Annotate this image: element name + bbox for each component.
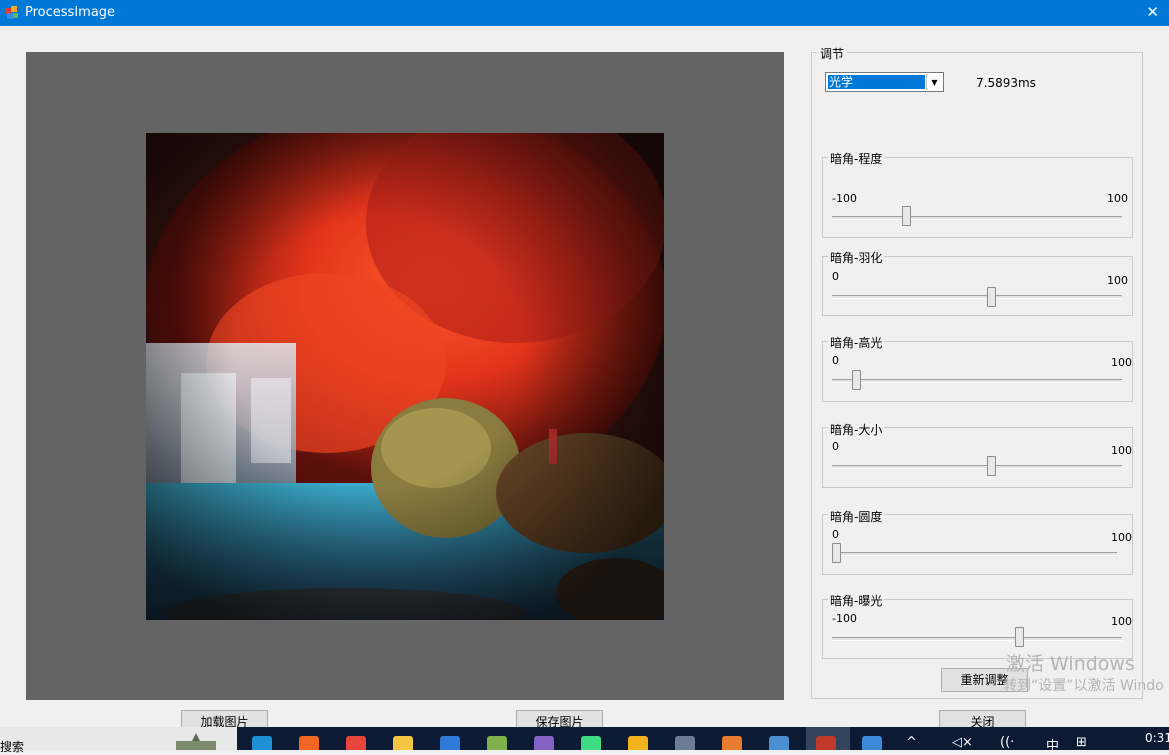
taskbar-clock: 0:31 (1145, 731, 1169, 745)
photo-viewer-icon[interactable] (769, 736, 789, 750)
slider-max-label: 100 (1107, 274, 1128, 287)
slider-thumb[interactable] (986, 456, 996, 476)
app-icon-yellow[interactable] (628, 736, 648, 750)
slider-min-label: 0 (832, 440, 839, 453)
image-canvas (26, 52, 784, 700)
slider-label: 暗角-高光 (828, 334, 885, 351)
slider-min-label: -100 (832, 612, 857, 625)
notepad-icon[interactable] (487, 736, 507, 750)
android-studio-icon[interactable] (581, 736, 601, 750)
slider-thumb[interactable] (902, 206, 912, 226)
slider-thumb[interactable] (851, 370, 861, 390)
slider-min-label: -100 (832, 192, 857, 205)
slider-thumb[interactable] (1014, 627, 1024, 647)
chrome-icon[interactable] (346, 736, 366, 750)
slider-label: 暗角-程度 (828, 150, 885, 167)
keyboard-icon[interactable]: ⊞ (1076, 735, 1087, 750)
slider-thumb[interactable] (986, 287, 996, 307)
app-icon (5, 6, 18, 19)
process-image-icon[interactable] (816, 736, 836, 750)
slider-max-label: 100 (1111, 356, 1132, 369)
mode-select[interactable]: 光学 ▼ (825, 72, 944, 92)
slider-max-label: 100 (1111, 444, 1132, 457)
app-icon-orange[interactable] (299, 736, 319, 750)
paint-icon[interactable] (722, 736, 742, 750)
slider-max-label: 100 (1111, 531, 1132, 544)
processed-image (146, 133, 664, 620)
slider-min-label: 0 (832, 270, 839, 283)
search-highlight-icon (176, 733, 216, 750)
image-icon[interactable] (862, 736, 882, 750)
slider-track[interactable] (832, 379, 1122, 383)
slider-max-label: 100 (1107, 192, 1128, 205)
slider-label: 暗角-曝光 (828, 592, 885, 609)
store-icon[interactable] (440, 736, 460, 750)
slider-track[interactable] (832, 216, 1122, 220)
ime-indicator[interactable]: 中 (1046, 735, 1059, 754)
calculator-icon[interactable] (675, 736, 695, 750)
slider-track[interactable] (832, 552, 1117, 556)
slider-track[interactable] (832, 295, 1122, 299)
slider-max-label: 100 (1111, 615, 1132, 628)
chevron-down-icon[interactable]: ▼ (926, 74, 942, 90)
activation-watermark-title: 激活 Windows (1006, 653, 1135, 675)
window-title: ProcessImage (25, 5, 116, 20)
slider-group-vignette-amount (822, 157, 1133, 238)
chevron-up-icon[interactable]: ^ (906, 735, 917, 750)
taskbar-search-box[interactable]: 搜索 (0, 727, 237, 754)
processing-time: 7.5893ms (976, 76, 1036, 90)
activation-watermark-subtitle: 转到“设置”以激活 Windo (1003, 678, 1164, 694)
slider-track[interactable] (832, 637, 1122, 641)
taskbar-search-text: 搜索 (0, 740, 25, 754)
mode-select-value: 光学 (828, 75, 925, 89)
slider-label: 暗角-羽化 (828, 249, 885, 266)
taskbar: 搜索 ^ ◁× ((· 中 ⊞ 0:31 (0, 727, 1169, 754)
slider-thumb[interactable] (832, 543, 841, 563)
folder-icon[interactable] (393, 736, 413, 750)
slider-min-label: 0 (832, 528, 839, 541)
network-icon[interactable]: ((· (1000, 735, 1014, 750)
edge-icon[interactable] (252, 736, 272, 750)
visual-studio-icon[interactable] (534, 736, 554, 750)
slider-track[interactable] (832, 465, 1122, 469)
close-window-icon[interactable]: ✕ (1146, 3, 1159, 21)
slider-label: 暗角-圆度 (828, 508, 885, 525)
title-bar: ProcessImage ✕ (0, 0, 1169, 26)
volume-muted-icon[interactable]: ◁× (952, 735, 973, 750)
slider-label: 暗角-大小 (828, 421, 885, 438)
adjust-group-title: 调节 (817, 45, 848, 62)
slider-min-label: 0 (832, 354, 839, 367)
